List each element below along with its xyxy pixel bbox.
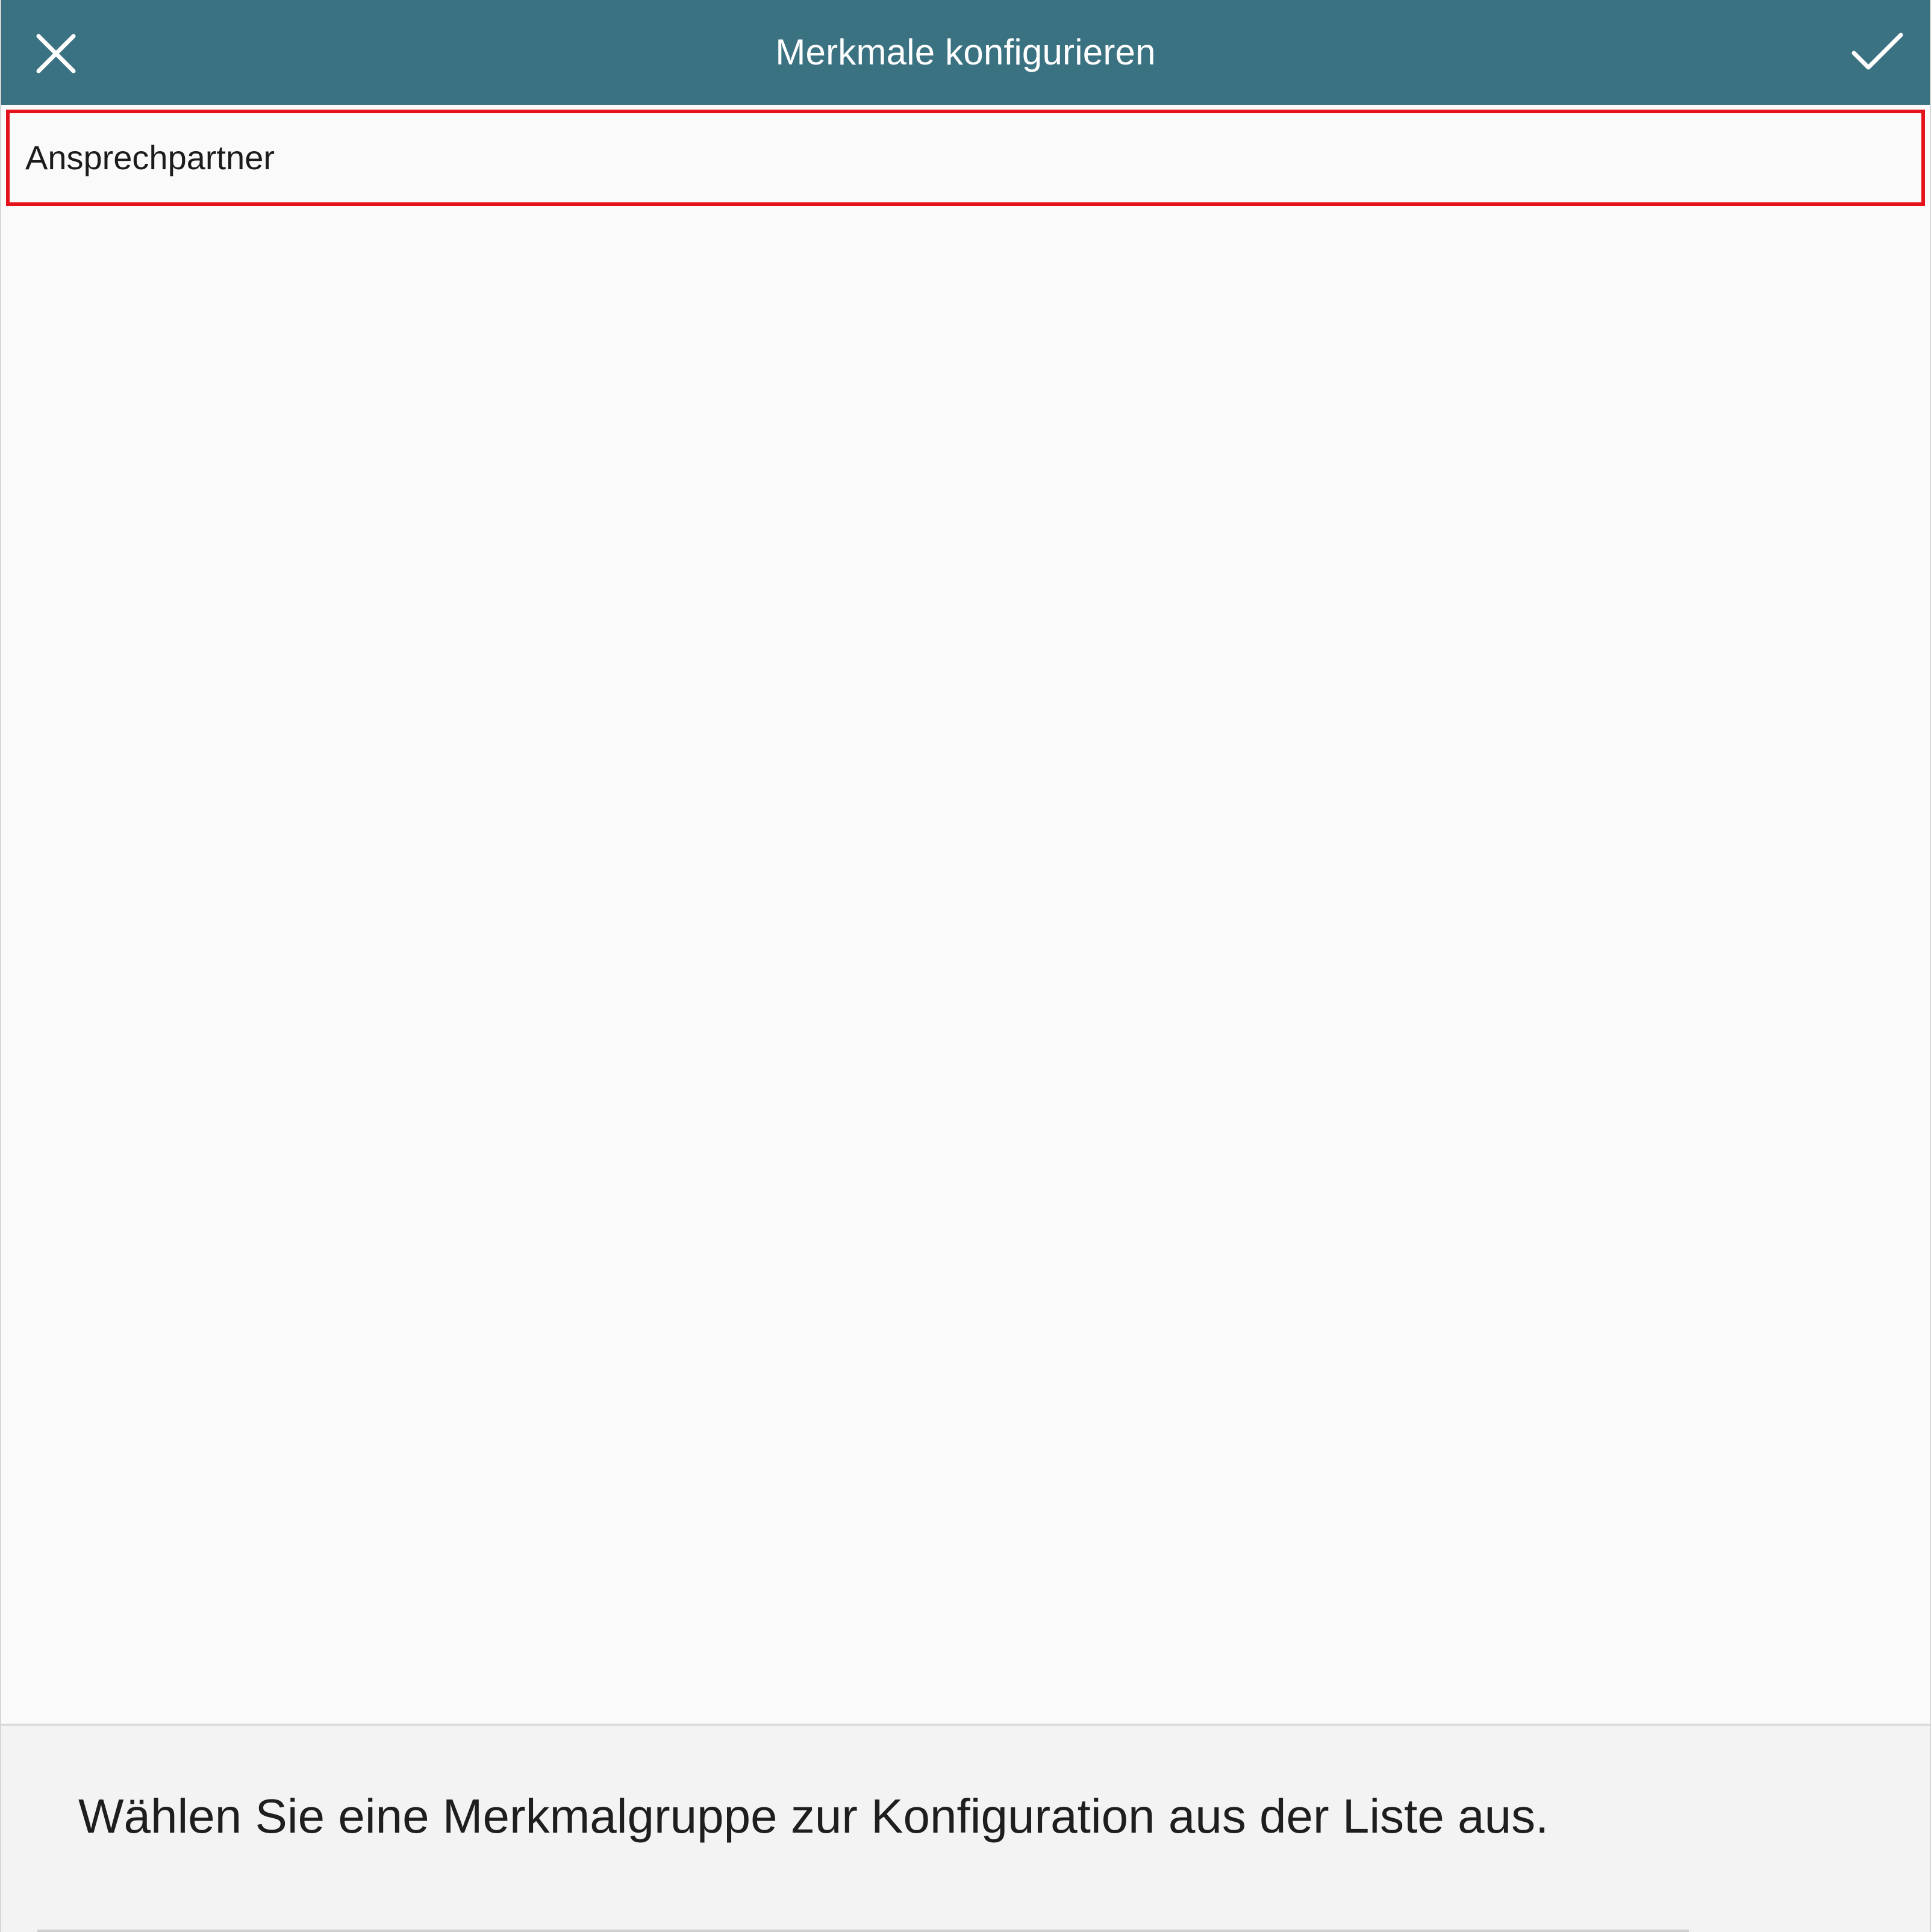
detail-panel: Wählen Sie eine Merkmalgruppe zur Konfig… <box>1 1724 1930 1932</box>
list-item-label: Ansprechpartner <box>25 139 275 176</box>
confirm-button[interactable] <box>1850 26 1904 81</box>
empty-state-hint: Wählen Sie eine Merkmalgruppe zur Konfig… <box>78 1789 1549 1843</box>
bottom-divider <box>37 1930 1689 1932</box>
checkmark-icon <box>1851 33 1903 70</box>
group-list: Ansprechpartner <box>1 105 1930 1724</box>
list-item-ansprechpartner[interactable]: Ansprechpartner <box>6 110 1925 206</box>
dialog-title: Merkmale konfigurieren <box>775 32 1156 72</box>
header-bar: Merkmale konfigurieren <box>1 0 1930 105</box>
feature-config-dialog: Merkmale konfigurieren Ansprechpartner W… <box>0 0 1931 1932</box>
